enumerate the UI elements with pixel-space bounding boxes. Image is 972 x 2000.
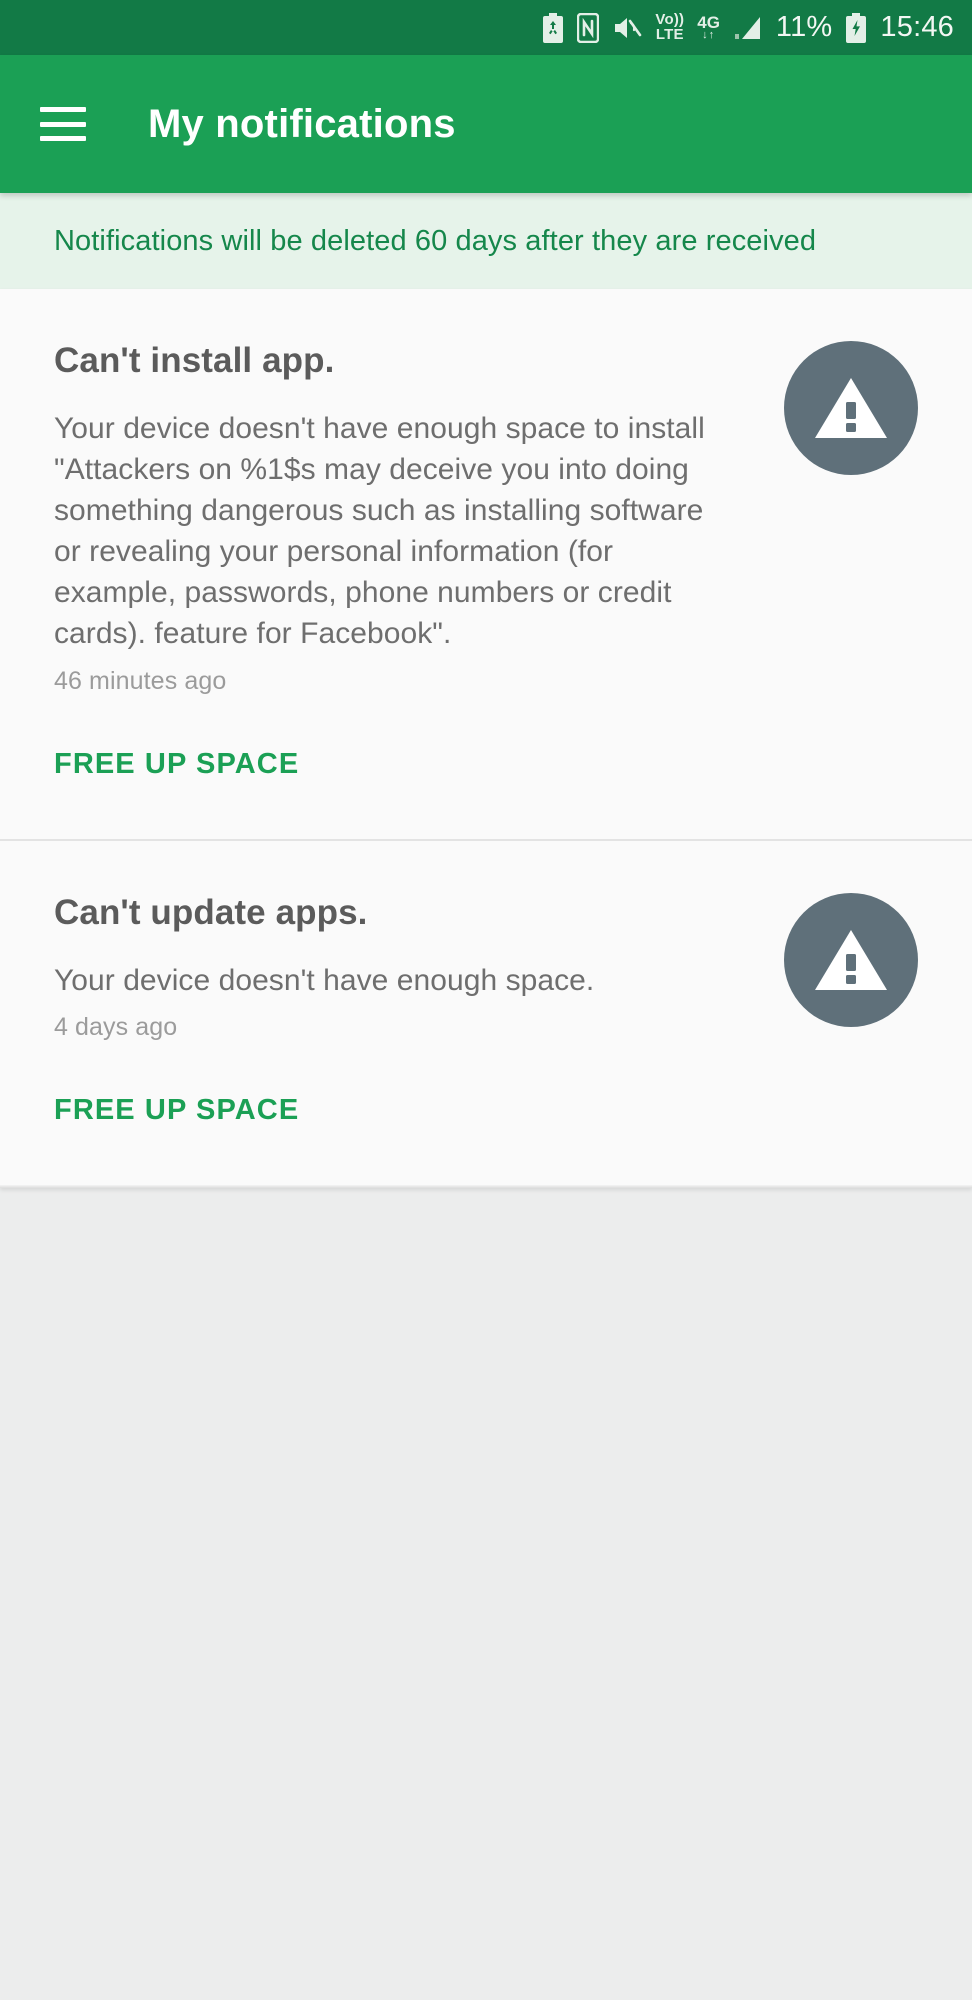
hamburger-menu-icon[interactable] [40, 107, 86, 141]
notification-title: Can't update apps. [54, 892, 368, 932]
notification-item[interactable]: Can't update apps. Your device doesn't h… [0, 840, 972, 1185]
free-up-space-button[interactable]: FREE UP SPACE [54, 1094, 299, 1127]
notification-list: Can't install app. Your device doesn't h… [0, 289, 972, 1188]
notification-body: Your device doesn't have enough space. [54, 963, 595, 997]
signal-strength-icon [733, 15, 763, 41]
app-bar: My notifications [0, 55, 972, 193]
nfc-icon [577, 12, 600, 43]
retention-banner: Notifications will be deleted 60 days af… [0, 193, 972, 289]
notification-body: Your device doesn't have enough space to… [54, 412, 705, 651]
status-bar: Vo)) LTE 4G ↓↑ 11% 15:46 [0, 0, 972, 55]
notification-title: Can't install app. [54, 341, 335, 380]
mute-icon [612, 15, 642, 41]
battery-charging-icon [845, 12, 867, 43]
notification-item[interactable]: Can't install app. Your device doesn't h… [0, 289, 972, 839]
volte-line2: LTE [655, 25, 684, 43]
data-4g-icon: 4G ↓↑ [697, 14, 720, 41]
data-transfer-arrows: ↓↑ [702, 29, 716, 41]
retention-banner-text: Notifications will be deleted 60 days af… [54, 224, 817, 257]
notification-timestamp: 46 minutes ago [54, 666, 227, 695]
battery-saver-icon [542, 12, 564, 43]
warning-triangle-icon [784, 892, 918, 1027]
list-bottom-edge [0, 1184, 972, 1188]
battery-percent-label: 11% [775, 11, 833, 43]
free-up-space-button[interactable]: FREE UP SPACE [54, 748, 299, 781]
page-title: My notifications [148, 101, 456, 146]
clock-label: 15:46 [880, 11, 954, 43]
notifications-screen: Vo)) LTE 4G ↓↑ 11% 15:46 My notification… [0, 0, 972, 2000]
warning-triangle-icon [784, 341, 918, 475]
notification-timestamp: 4 days ago [54, 1012, 178, 1041]
volte-icon: Vo)) LTE [655, 12, 684, 43]
